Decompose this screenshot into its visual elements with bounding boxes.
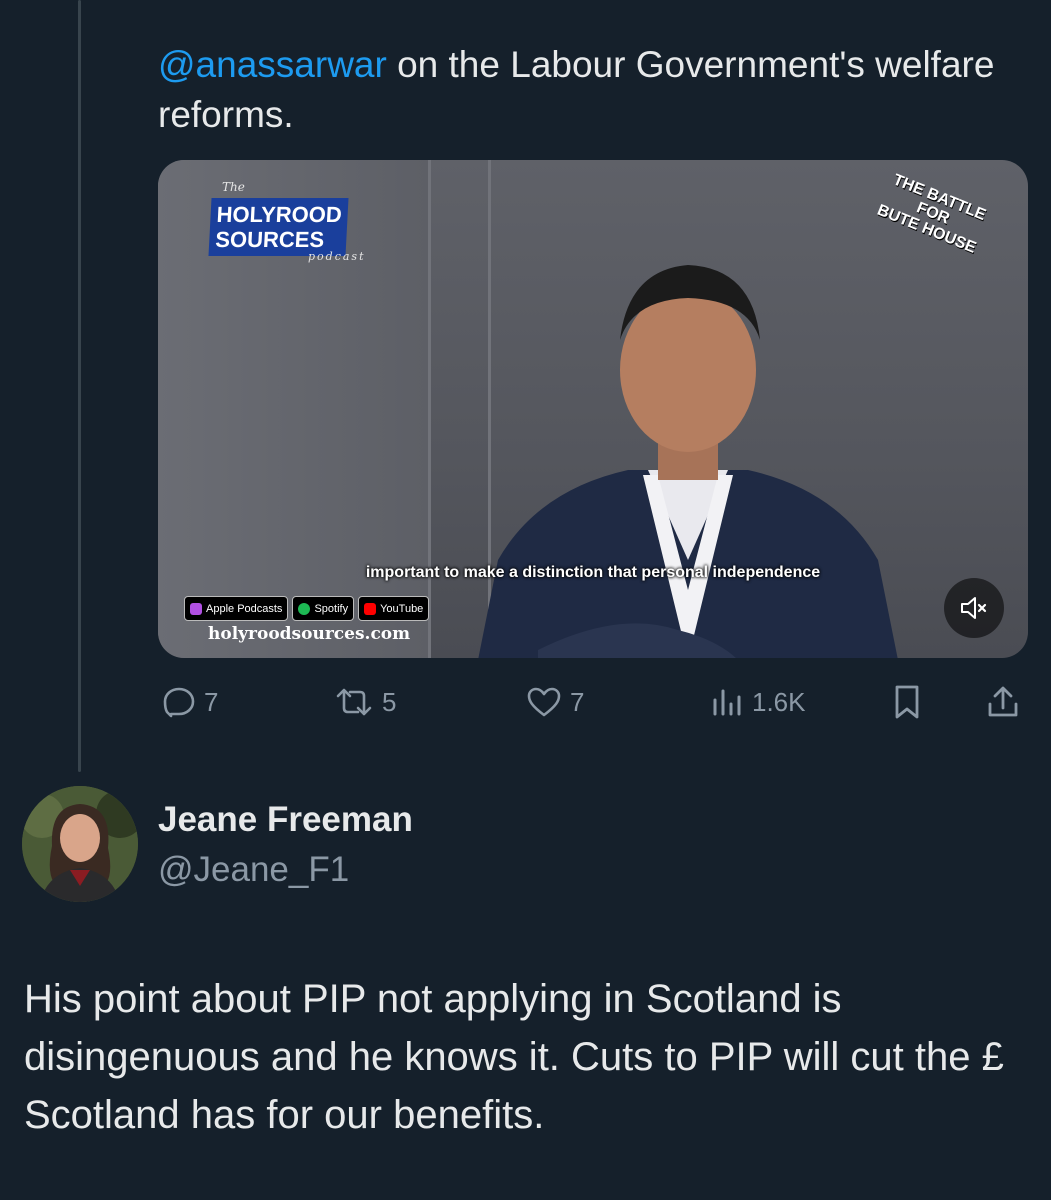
author-name[interactable]: Jeane Freeman bbox=[158, 800, 413, 840]
badge-label: Apple Podcasts bbox=[206, 602, 283, 615]
badge-label: YouTube bbox=[380, 602, 424, 615]
website-url: holyroodsources.com bbox=[208, 624, 411, 644]
spotify-icon bbox=[298, 602, 311, 615]
platform-badges: Apple Podcasts Spotify YouTube bbox=[184, 596, 430, 621]
speaker-figure bbox=[478, 265, 898, 658]
volume-muted-icon bbox=[961, 597, 987, 619]
logo-podcast: podcast bbox=[308, 250, 366, 263]
bookmark-icon bbox=[895, 685, 919, 719]
reply-text: His point about PIP not applying in Scot… bbox=[24, 977, 1004, 1137]
view-count: 1.6K bbox=[752, 686, 806, 717]
spotify-badge[interactable]: Spotify bbox=[292, 596, 355, 621]
bookmark-button[interactable] bbox=[892, 680, 922, 724]
repost-icon bbox=[336, 688, 372, 716]
mute-button[interactable] bbox=[944, 578, 1004, 638]
share-icon bbox=[988, 686, 1018, 717]
like-count: 7 bbox=[570, 686, 585, 717]
video-caption: important to make a distinction that per… bbox=[365, 564, 821, 581]
analytics-icon bbox=[713, 689, 741, 716]
thread-connector-line bbox=[78, 0, 81, 772]
logo-line-2: SOURCES bbox=[214, 227, 325, 252]
reply-button[interactable]: 7 bbox=[162, 680, 218, 724]
backdrop-seam bbox=[428, 160, 431, 658]
tweet-text: @anassarwar on the Labour Government's w… bbox=[158, 40, 1018, 140]
video-player[interactable]: The HOLYROOD SOURCES podcast THE BATTLE … bbox=[158, 160, 1028, 658]
badge-label: Spotify bbox=[314, 602, 349, 615]
reply-icon bbox=[163, 687, 195, 718]
youtube-badge[interactable]: YouTube bbox=[358, 596, 430, 621]
repost-count: 5 bbox=[382, 686, 397, 717]
podcast-logo: HOLYROOD SOURCES bbox=[208, 198, 349, 256]
logo-the: The bbox=[222, 180, 245, 194]
youtube-icon bbox=[364, 602, 377, 615]
apple-podcasts-icon bbox=[190, 602, 202, 615]
mention-link[interactable]: @anassarwar bbox=[158, 44, 387, 85]
avatar-photo bbox=[22, 786, 138, 902]
share-button[interactable] bbox=[986, 680, 1020, 724]
logo-line-1: HOLYROOD bbox=[216, 202, 343, 227]
repost-button[interactable]: 5 bbox=[334, 680, 396, 724]
tweet-actions: 7 5 7 1.6K bbox=[158, 680, 1028, 724]
author-handle[interactable]: @Jeane_F1 bbox=[158, 850, 349, 890]
avatar[interactable] bbox=[22, 786, 138, 902]
like-button[interactable]: 7 bbox=[526, 680, 584, 724]
reply-count: 7 bbox=[204, 686, 219, 717]
views-button[interactable]: 1.6K bbox=[710, 680, 806, 724]
apple-podcasts-badge[interactable]: Apple Podcasts bbox=[184, 596, 289, 621]
heart-icon bbox=[527, 687, 561, 717]
